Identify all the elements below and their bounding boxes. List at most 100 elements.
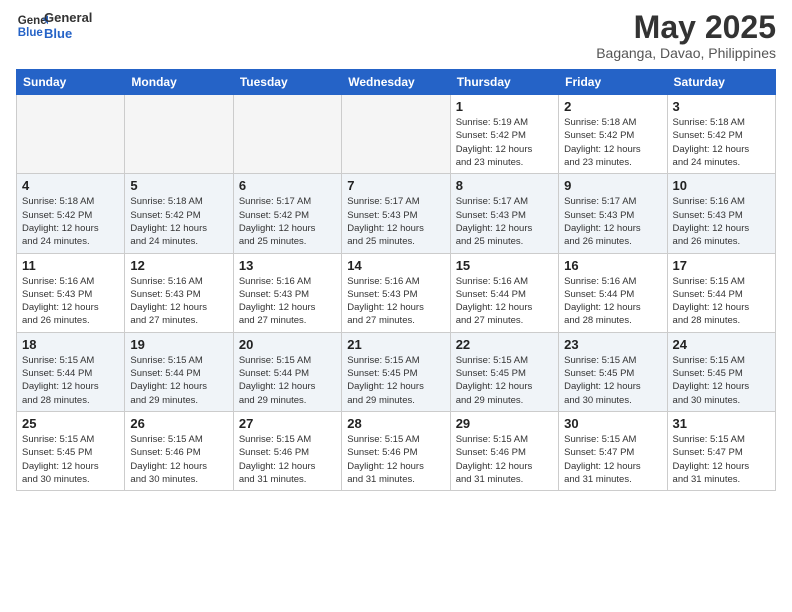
day-number: 1 bbox=[456, 99, 553, 114]
day-number: 18 bbox=[22, 337, 119, 352]
logo: General Blue General Blue bbox=[16, 10, 92, 42]
calendar-cell: 1 Sunrise: 5:19 AM Sunset: 5:42 PM Daylig… bbox=[450, 95, 558, 174]
day-number: 7 bbox=[347, 178, 444, 193]
weekday-header-row: SundayMondayTuesdayWednesdayThursdayFrid… bbox=[17, 70, 776, 95]
day-info: Sunrise: 5:15 AM Sunset: 5:45 PM Dayligh… bbox=[673, 354, 770, 407]
calendar-cell: 25 Sunrise: 5:15 AM Sunset: 5:45 PM Dayli… bbox=[17, 411, 125, 490]
location: Baganga, Davao, Philippines bbox=[596, 45, 776, 61]
weekday-header-saturday: Saturday bbox=[667, 70, 775, 95]
month-title: May 2025 bbox=[596, 10, 776, 45]
day-number: 12 bbox=[130, 258, 227, 273]
day-number: 25 bbox=[22, 416, 119, 431]
calendar-cell bbox=[342, 95, 450, 174]
weekday-header-thursday: Thursday bbox=[450, 70, 558, 95]
calendar-cell bbox=[233, 95, 341, 174]
day-info: Sunrise: 5:16 AM Sunset: 5:44 PM Dayligh… bbox=[456, 275, 553, 328]
day-info: Sunrise: 5:15 AM Sunset: 5:47 PM Dayligh… bbox=[673, 433, 770, 486]
calendar-cell: 5 Sunrise: 5:18 AM Sunset: 5:42 PM Daylig… bbox=[125, 174, 233, 253]
day-number: 23 bbox=[564, 337, 661, 352]
day-info: Sunrise: 5:16 AM Sunset: 5:43 PM Dayligh… bbox=[673, 195, 770, 248]
day-number: 14 bbox=[347, 258, 444, 273]
day-number: 13 bbox=[239, 258, 336, 273]
calendar-week-row: 1 Sunrise: 5:19 AM Sunset: 5:42 PM Daylig… bbox=[17, 95, 776, 174]
day-number: 20 bbox=[239, 337, 336, 352]
day-number: 8 bbox=[456, 178, 553, 193]
calendar-cell: 18 Sunrise: 5:15 AM Sunset: 5:44 PM Dayli… bbox=[17, 332, 125, 411]
day-info: Sunrise: 5:15 AM Sunset: 5:45 PM Dayligh… bbox=[22, 433, 119, 486]
day-number: 15 bbox=[456, 258, 553, 273]
day-info: Sunrise: 5:17 AM Sunset: 5:43 PM Dayligh… bbox=[456, 195, 553, 248]
day-info: Sunrise: 5:15 AM Sunset: 5:44 PM Dayligh… bbox=[673, 275, 770, 328]
day-info: Sunrise: 5:16 AM Sunset: 5:44 PM Dayligh… bbox=[564, 275, 661, 328]
calendar-cell: 13 Sunrise: 5:16 AM Sunset: 5:43 PM Dayli… bbox=[233, 253, 341, 332]
day-number: 27 bbox=[239, 416, 336, 431]
day-info: Sunrise: 5:16 AM Sunset: 5:43 PM Dayligh… bbox=[22, 275, 119, 328]
calendar-cell: 14 Sunrise: 5:16 AM Sunset: 5:43 PM Dayli… bbox=[342, 253, 450, 332]
calendar-cell: 12 Sunrise: 5:16 AM Sunset: 5:43 PM Dayli… bbox=[125, 253, 233, 332]
svg-text:Blue: Blue bbox=[18, 27, 44, 39]
weekday-header-monday: Monday bbox=[125, 70, 233, 95]
day-info: Sunrise: 5:17 AM Sunset: 5:43 PM Dayligh… bbox=[564, 195, 661, 248]
calendar-body: 1 Sunrise: 5:19 AM Sunset: 5:42 PM Daylig… bbox=[17, 95, 776, 491]
day-info: Sunrise: 5:16 AM Sunset: 5:43 PM Dayligh… bbox=[130, 275, 227, 328]
calendar-cell: 10 Sunrise: 5:16 AM Sunset: 5:43 PM Dayli… bbox=[667, 174, 775, 253]
day-info: Sunrise: 5:18 AM Sunset: 5:42 PM Dayligh… bbox=[130, 195, 227, 248]
day-info: Sunrise: 5:15 AM Sunset: 5:45 PM Dayligh… bbox=[456, 354, 553, 407]
calendar-cell: 11 Sunrise: 5:16 AM Sunset: 5:43 PM Dayli… bbox=[17, 253, 125, 332]
calendar-cell: 2 Sunrise: 5:18 AM Sunset: 5:42 PM Daylig… bbox=[559, 95, 667, 174]
day-info: Sunrise: 5:18 AM Sunset: 5:42 PM Dayligh… bbox=[564, 116, 661, 169]
day-info: Sunrise: 5:15 AM Sunset: 5:45 PM Dayligh… bbox=[564, 354, 661, 407]
calendar-cell: 3Sunrise: 5:18 AM Sunset: 5:42 PM Daylig… bbox=[667, 95, 775, 174]
logo-line1: General bbox=[44, 10, 92, 26]
calendar-cell: 9Sunrise: 5:17 AM Sunset: 5:43 PM Daylig… bbox=[559, 174, 667, 253]
calendar-cell bbox=[125, 95, 233, 174]
calendar-cell: 17 Sunrise: 5:15 AM Sunset: 5:44 PM Dayli… bbox=[667, 253, 775, 332]
day-info: Sunrise: 5:17 AM Sunset: 5:43 PM Dayligh… bbox=[347, 195, 444, 248]
day-number: 22 bbox=[456, 337, 553, 352]
calendar-cell: 23 Sunrise: 5:15 AM Sunset: 5:45 PM Dayli… bbox=[559, 332, 667, 411]
calendar-week-row: 11 Sunrise: 5:16 AM Sunset: 5:43 PM Dayli… bbox=[17, 253, 776, 332]
day-number: 19 bbox=[130, 337, 227, 352]
calendar-cell: 28 Sunrise: 5:15 AM Sunset: 5:46 PM Dayli… bbox=[342, 411, 450, 490]
calendar-cell: 20 Sunrise: 5:15 AM Sunset: 5:44 PM Dayli… bbox=[233, 332, 341, 411]
calendar-cell: 4 Sunrise: 5:18 AM Sunset: 5:42 PM Daylig… bbox=[17, 174, 125, 253]
day-number: 2 bbox=[564, 99, 661, 114]
day-info: Sunrise: 5:15 AM Sunset: 5:44 PM Dayligh… bbox=[239, 354, 336, 407]
day-number: 10 bbox=[673, 178, 770, 193]
day-number: 17 bbox=[673, 258, 770, 273]
calendar-cell: 29Sunrise: 5:15 AM Sunset: 5:46 PM Dayli… bbox=[450, 411, 558, 490]
calendar-cell: 26Sunrise: 5:15 AM Sunset: 5:46 PM Dayli… bbox=[125, 411, 233, 490]
calendar-cell: 24Sunrise: 5:15 AM Sunset: 5:45 PM Dayli… bbox=[667, 332, 775, 411]
day-info: Sunrise: 5:15 AM Sunset: 5:46 PM Dayligh… bbox=[130, 433, 227, 486]
calendar-cell: 6 Sunrise: 5:17 AM Sunset: 5:42 PM Daylig… bbox=[233, 174, 341, 253]
day-number: 5 bbox=[130, 178, 227, 193]
calendar-week-row: 25 Sunrise: 5:15 AM Sunset: 5:45 PM Dayli… bbox=[17, 411, 776, 490]
day-number: 11 bbox=[22, 258, 119, 273]
calendar-cell: 19 Sunrise: 5:15 AM Sunset: 5:44 PM Dayli… bbox=[125, 332, 233, 411]
calendar-cell: 22 Sunrise: 5:15 AM Sunset: 5:45 PM Dayli… bbox=[450, 332, 558, 411]
day-info: Sunrise: 5:16 AM Sunset: 5:43 PM Dayligh… bbox=[347, 275, 444, 328]
day-number: 3 bbox=[673, 99, 770, 114]
day-number: 4 bbox=[22, 178, 119, 193]
day-info: Sunrise: 5:18 AM Sunset: 5:42 PM Dayligh… bbox=[22, 195, 119, 248]
day-info: Sunrise: 5:17 AM Sunset: 5:42 PM Dayligh… bbox=[239, 195, 336, 248]
day-info: Sunrise: 5:15 AM Sunset: 5:44 PM Dayligh… bbox=[22, 354, 119, 407]
calendar: SundayMondayTuesdayWednesdayThursdayFrid… bbox=[16, 69, 776, 491]
day-number: 28 bbox=[347, 416, 444, 431]
day-number: 6 bbox=[239, 178, 336, 193]
day-info: Sunrise: 5:15 AM Sunset: 5:46 PM Dayligh… bbox=[456, 433, 553, 486]
calendar-cell bbox=[17, 95, 125, 174]
title-area: May 2025 Baganga, Davao, Philippines bbox=[596, 10, 776, 61]
day-info: Sunrise: 5:15 AM Sunset: 5:44 PM Dayligh… bbox=[130, 354, 227, 407]
calendar-header: SundayMondayTuesdayWednesdayThursdayFrid… bbox=[17, 70, 776, 95]
day-info: Sunrise: 5:15 AM Sunset: 5:46 PM Dayligh… bbox=[347, 433, 444, 486]
page: General Blue General Blue May 2025 Bagan… bbox=[0, 0, 792, 507]
day-info: Sunrise: 5:19 AM Sunset: 5:42 PM Dayligh… bbox=[456, 116, 553, 169]
calendar-cell: 8 Sunrise: 5:17 AM Sunset: 5:43 PM Daylig… bbox=[450, 174, 558, 253]
logo-line2: Blue bbox=[44, 26, 92, 42]
day-info: Sunrise: 5:16 AM Sunset: 5:43 PM Dayligh… bbox=[239, 275, 336, 328]
day-number: 30 bbox=[564, 416, 661, 431]
calendar-cell: 16Sunrise: 5:16 AM Sunset: 5:44 PM Dayli… bbox=[559, 253, 667, 332]
day-number: 31 bbox=[673, 416, 770, 431]
calendar-cell: 15 Sunrise: 5:16 AM Sunset: 5:44 PM Dayli… bbox=[450, 253, 558, 332]
